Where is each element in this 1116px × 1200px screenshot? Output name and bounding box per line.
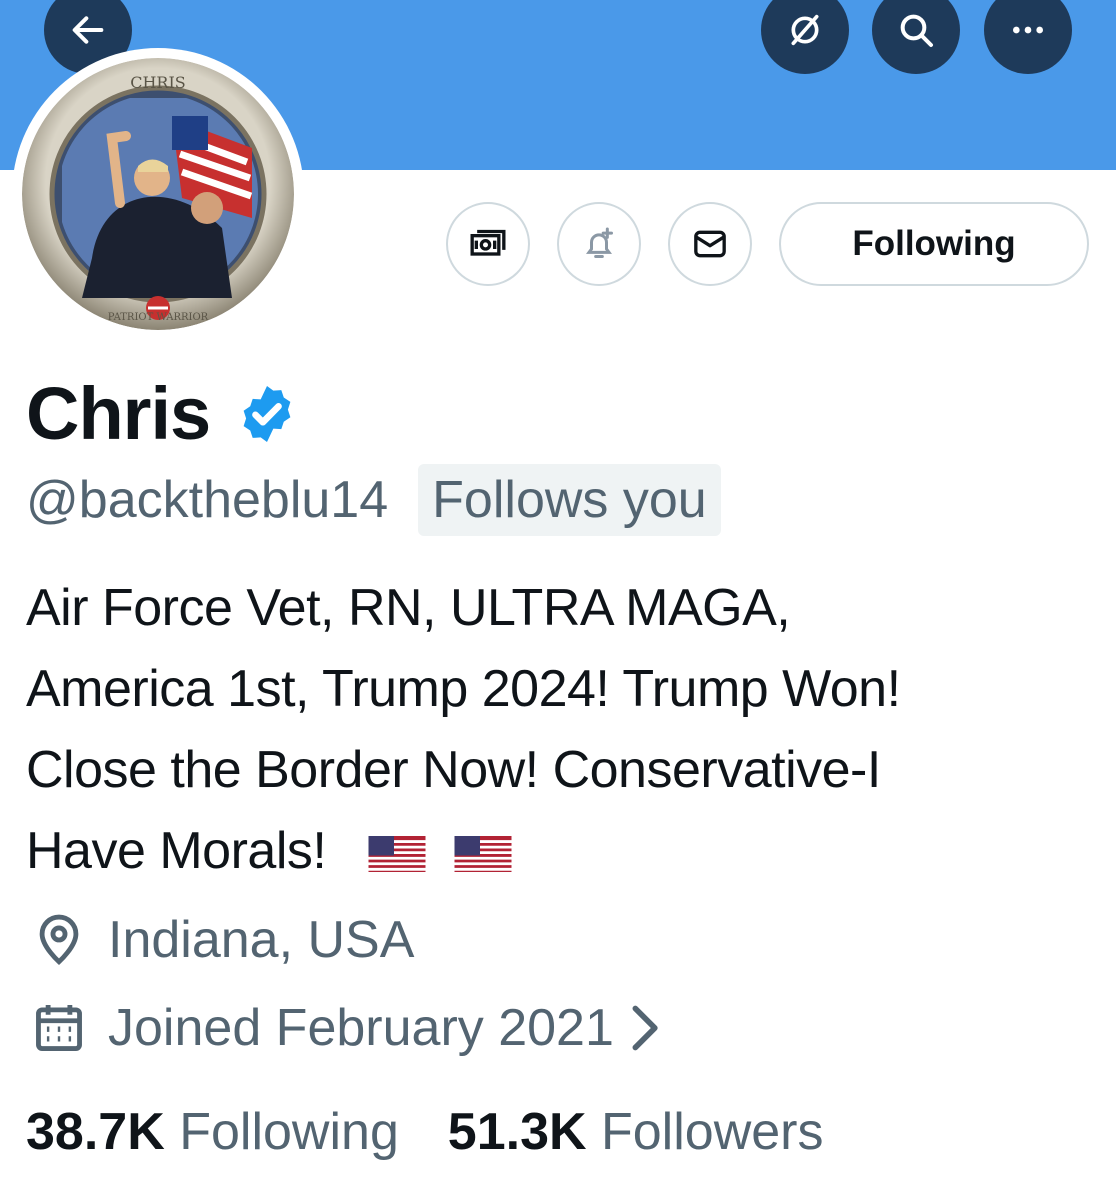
notify-button[interactable] — [557, 202, 641, 286]
envelope-icon — [694, 230, 726, 258]
profile-name: Chris — [26, 372, 211, 455]
slash-circle-icon — [791, 14, 819, 46]
money-icon — [470, 229, 506, 256]
profile-handle: @backtheblu14 — [26, 471, 389, 529]
calendar-icon — [36, 1005, 82, 1051]
avatar-image: CHRIS PATRIOT WARRIOR — [22, 58, 294, 330]
bio-line: Close the Border Now! Conservative-I — [26, 741, 881, 799]
location-row: Indiana, USA — [30, 908, 414, 972]
following-label: Following — [179, 1103, 399, 1161]
seal-ring-text: PATRIOT WARRIOR — [108, 312, 209, 323]
bio-line: Have Morals! — [26, 822, 327, 880]
name-row: Chris — [26, 372, 300, 456]
search-icon — [900, 14, 933, 47]
us-flag-icon — [368, 836, 426, 873]
chevron-right-icon — [632, 1005, 658, 1051]
following-count: 38.7K — [26, 1103, 165, 1161]
bio-line: Air Force Vet, RN, ULTRA MAGA, — [26, 579, 791, 637]
following-stat[interactable]: 38.7K Following — [26, 1103, 413, 1161]
more-horizontal-icon — [1013, 26, 1043, 34]
message-button[interactable] — [668, 202, 752, 286]
verified-badge-icon — [243, 385, 291, 443]
following-button[interactable]: Following — [779, 202, 1089, 286]
arrow-left-icon — [72, 16, 104, 44]
followers-label: Followers — [601, 1103, 824, 1161]
profile-stats: 38.7K Following 51.3K Followers — [26, 1098, 824, 1166]
us-flag-icon — [454, 836, 512, 873]
followers-count: 51.3K — [447, 1103, 587, 1161]
handle-row: @backtheblu14 Follows you — [26, 464, 721, 536]
bio-line: America 1st, Trump 2024! Trump Won! — [26, 660, 901, 718]
location-pin-icon — [39, 914, 79, 966]
location-text: Indiana, USA — [108, 911, 415, 969]
joined-row[interactable]: Joined February 2021 — [30, 996, 664, 1060]
avatar[interactable]: CHRIS PATRIOT WARRIOR — [22, 58, 294, 330]
bell-plus-icon — [586, 227, 613, 258]
seal-top-text: CHRIS — [130, 73, 186, 92]
subscribe-button[interactable] — [446, 202, 530, 286]
joined-text: Joined February 2021 — [108, 999, 614, 1057]
profile-bio: Air Force Vet, RN, ULTRA MAGA, America 1… — [26, 568, 1101, 909]
follows-you-badge: Follows you — [418, 464, 721, 536]
followers-stat[interactable]: 51.3K Followers — [448, 1103, 824, 1161]
